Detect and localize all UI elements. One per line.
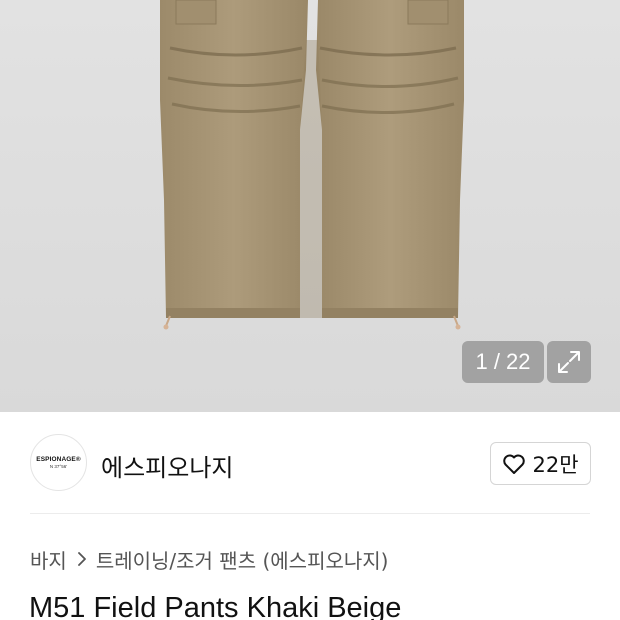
breadcrumb-subcategory[interactable]: 트레이닝/조거 팬츠 (에스피오나지) [96, 545, 389, 574]
brand-logo[interactable]: ESPIONAGE® N 37°56' [30, 434, 87, 491]
breadcrumb-category[interactable]: 바지 [30, 545, 67, 574]
section-divider [30, 513, 590, 514]
fullscreen-button[interactable] [547, 341, 591, 383]
like-button[interactable]: 22만 [490, 442, 591, 485]
product-page: 1 / 22 ESPIONAGE® N 37°56' 에스피오나지 22만 바지 [0, 0, 620, 620]
product-title: M51 Field Pants Khaki Beige [29, 592, 402, 620]
product-image-gallery[interactable]: 1 / 22 [0, 0, 620, 412]
expand-icon [558, 351, 580, 373]
brand-name[interactable]: 에스피오나지 [101, 448, 233, 483]
chevron-right-icon [77, 552, 87, 566]
like-count: 22만 [532, 452, 579, 477]
brand-logo-wordmark: ESPIONAGE® [36, 456, 81, 463]
breadcrumb: 바지 트레이닝/조거 팬츠 (에스피오나지) [30, 545, 388, 573]
heart-outline-icon [503, 454, 526, 474]
brand-row: ESPIONAGE® N 37°56' 에스피오나지 22만 [0, 412, 620, 514]
brand-logo-subtext: N 37°56' [49, 464, 68, 469]
image-counter: 1 / 22 [462, 341, 544, 383]
